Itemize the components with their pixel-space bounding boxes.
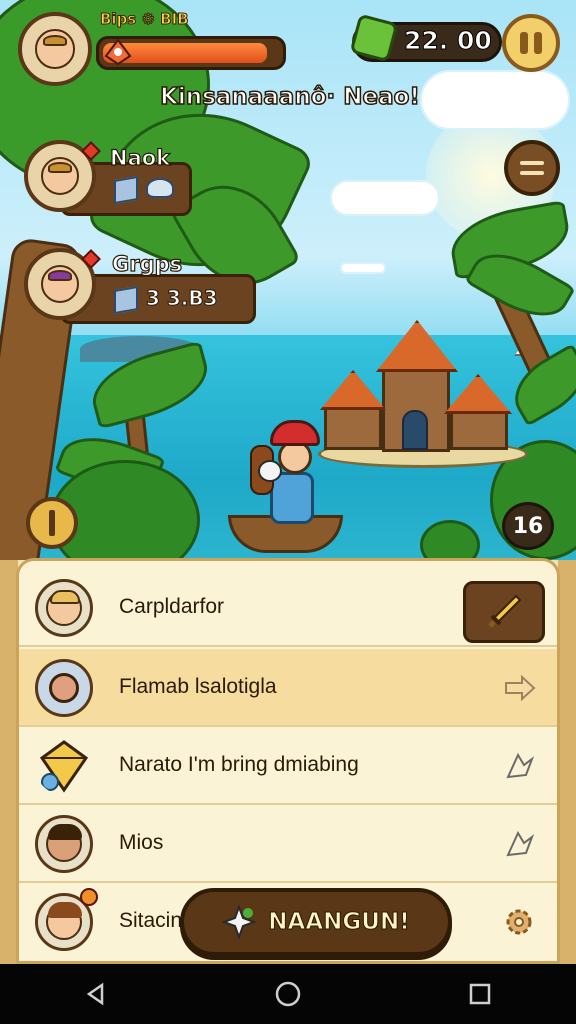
gear-icon[interactable] [499,905,539,939]
pause-button[interactable] [502,14,560,72]
character-name-1: Naok [109,145,171,170]
player-avatar[interactable] [18,12,92,86]
menu-row-1[interactable]: Carpldarfor [19,569,557,647]
health-label: Bips ⚙ BIB [100,10,190,29]
notification-badge [80,888,98,906]
character-portrait-icon [35,815,93,873]
menu-button[interactable] [504,140,560,196]
recents-icon[interactable] [460,974,500,1014]
character-stat-2: 3 3.B3 [146,286,219,311]
crystal-icon [35,737,93,795]
character-portrait-icon [35,579,93,637]
cube-icon [114,175,138,205]
back-icon[interactable] [76,974,116,1014]
arrow-icon[interactable] [499,827,539,861]
bird-icon [146,178,174,198]
cloud [340,262,386,274]
character-name-2: Grgps [111,251,183,276]
menu-row-4[interactable]: Mios [19,805,557,883]
home-icon[interactable] [268,974,308,1014]
scroll-button[interactable] [26,497,78,549]
counter-badge: 16 [502,502,554,550]
house-left [324,406,382,450]
pet-companion [258,460,282,482]
menu-row-2[interactable]: Flamab lsalotigla [19,649,557,727]
start-button-label: NAANGUN! [268,909,410,936]
menu-row-3[interactable]: Narato I'm bring dmiabing [19,727,557,805]
arrow-right-icon[interactable] [499,671,539,705]
menu-row-label: Mios [119,831,164,854]
currency-value: 22. 00 [404,26,493,56]
magnifier-icon [35,659,93,717]
start-button[interactable]: NAANGUN! [180,888,452,956]
sword-button[interactable] [463,581,545,643]
cloud [330,180,440,216]
house-right [450,410,508,450]
arrow-icon[interactable] [499,749,539,783]
sparkle-icon [222,905,257,939]
menu-row-label: Carpldarfor [119,595,225,618]
potion-icon [104,38,132,66]
menu-row-label: Sitacin [119,909,183,932]
menu-row-label: Flamab lsalotigla [119,675,277,698]
house-door [402,410,428,450]
cube-icon [114,285,138,315]
sword-icon [488,594,522,628]
location-banner: Kinsanaaanô· Neao! [159,83,420,111]
menu-row-label: Narato I'm bring dmiabing [119,753,359,776]
system-nav-bar [0,964,576,1024]
